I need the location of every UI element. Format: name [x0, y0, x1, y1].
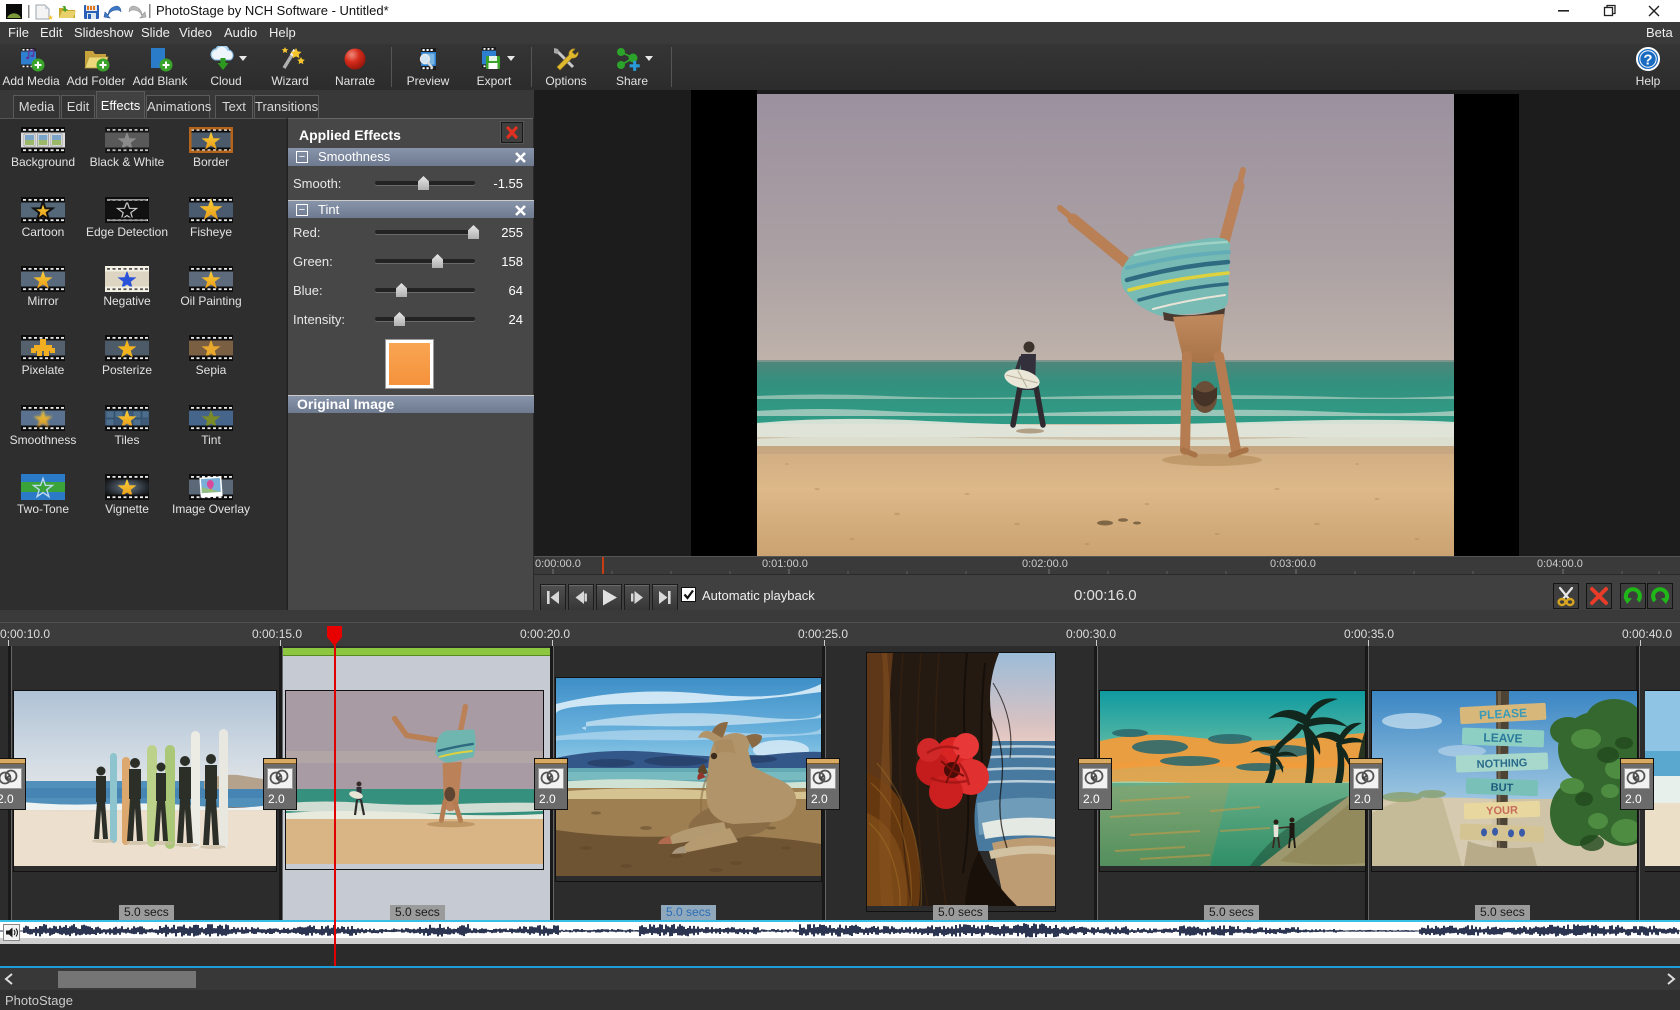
- svg-text:PLEASE: PLEASE: [1479, 706, 1528, 722]
- svg-text:?: ?: [1643, 52, 1652, 69]
- svg-text:NOTHING: NOTHING: [1476, 757, 1527, 771]
- svg-text:BUT: BUT: [1490, 782, 1513, 795]
- svg-text:LEAVE: LEAVE: [1483, 730, 1523, 745]
- svg-text:YOUR: YOUR: [1486, 804, 1518, 817]
